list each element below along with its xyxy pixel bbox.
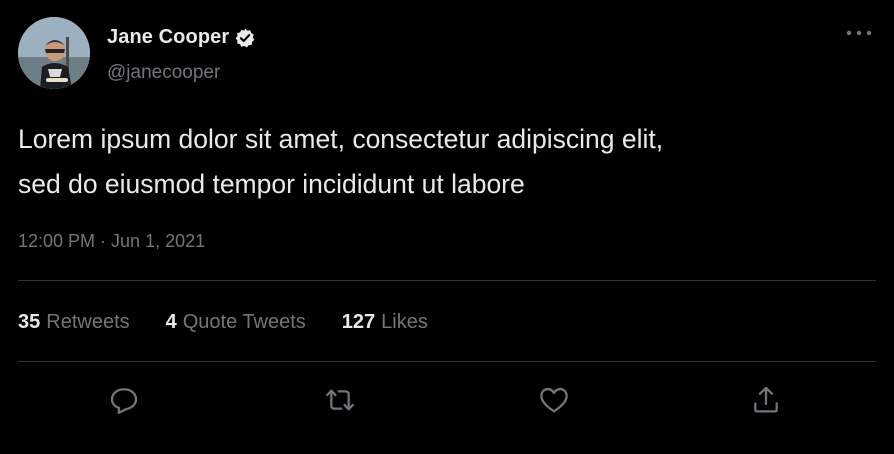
like-button[interactable] [534,380,574,420]
author-name-row: Jane Cooper [107,26,256,49]
divider [18,361,876,362]
timestamp-separator: · [100,231,107,251]
quote-tweets-count: 4 [165,311,177,333]
tweet-time: 12:00 PM [18,231,96,251]
tweet-card: Jane Cooper @janecooper Lorem ipsum dolo… [0,0,894,454]
avatar[interactable] [18,17,90,89]
tweet-actions-bar [0,380,894,420]
retweet-icon [326,389,354,411]
tweet-text: Lorem ipsum dolor sit amet, consectetur … [18,124,664,199]
quote-tweets-label: Quote Tweets [182,311,306,333]
share-button[interactable] [746,380,786,420]
retweets-count: 35 [18,311,41,333]
likes-count: 127 [341,311,376,333]
avatar-image [18,17,90,89]
likes-stat[interactable]: 127 Likes [342,311,428,334]
divider [18,280,876,281]
reply-button[interactable] [104,380,144,420]
tweet-stats: 35 Retweets 4 Quote Tweets 127 Likes [18,311,428,334]
share-icon [754,386,778,413]
retweets-label: Retweets [46,311,130,333]
heart-icon [540,387,568,413]
more-options-button[interactable] [844,24,874,42]
tweet-date: Jun 1, 2021 [111,231,206,251]
retweet-button[interactable] [320,380,360,420]
author-display-name[interactable]: Jane Cooper [107,26,229,49]
likes-label: Likes [381,311,428,333]
more-horizontal-icon [846,30,872,36]
tweet-timestamp[interactable]: 12:00 PM · Jun 1, 2021 [18,231,205,252]
quote-tweets-stat[interactable]: 4 Quote Tweets [166,311,306,334]
reply-icon [110,388,138,414]
verified-badge-icon [235,28,255,47]
author-handle[interactable]: @janecooper [107,62,220,84]
retweets-stat[interactable]: 35 Retweets [18,311,130,334]
